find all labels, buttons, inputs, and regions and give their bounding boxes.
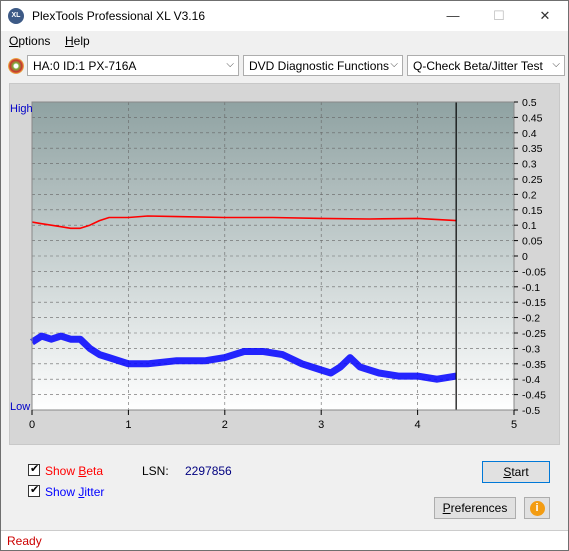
x-tick-label: 3 <box>318 419 324 431</box>
show-jitter-label[interactable]: Show Jitter <box>45 485 104 499</box>
y-tick-label: 0.2 <box>522 189 537 201</box>
chevron-down-icon: ⌵ <box>552 59 560 70</box>
chevron-down-icon: ⌵ <box>226 59 234 70</box>
y-tick-label: 0.5 <box>522 97 537 109</box>
status-bar: Ready <box>1 530 568 550</box>
x-tick-label: 4 <box>415 419 421 431</box>
show-beta-checkbox[interactable]: ✔ <box>28 463 40 476</box>
x-tick-label: 2 <box>222 419 228 431</box>
y-tick-label: 0.35 <box>522 143 543 155</box>
check-icon: ✔ <box>30 463 40 475</box>
show-jitter-checkbox[interactable]: ✔ <box>28 484 40 497</box>
close-button[interactable]: ✕ <box>522 1 568 31</box>
drive-select-value: HA:0 ID:1 PX-716A <box>33 59 137 73</box>
preferences-button[interactable]: Preferences <box>434 497 516 519</box>
test-select-value: Q-Check Beta/Jitter Test <box>413 59 543 73</box>
function-select-value: DVD Diagnostic Functions <box>249 59 390 73</box>
y-tick-label: 0.05 <box>522 236 543 248</box>
test-select[interactable]: Q-Check Beta/Jitter Test ⌵ <box>407 55 565 76</box>
low-label: Low <box>10 401 30 413</box>
function-select[interactable]: DVD Diagnostic Functions ⌵ <box>243 55 403 76</box>
menu-options[interactable]: Options <box>9 34 50 48</box>
y-tick-label: -0.2 <box>522 313 540 325</box>
beta-jitter-chart: 0.5 0.45 0.4 0.35 0.3 0.25 0.2 0.15 0.1 0.05 0 -0.0… <box>10 97 546 431</box>
high-label: High <box>10 103 33 115</box>
title-bar: XL PlexTools Professional XL V3.16 — ☐ ✕ <box>1 1 568 31</box>
y-tick-label: -0.15 <box>522 297 546 309</box>
y-tick-label: -0.35 <box>522 359 546 371</box>
y-tick-label: -0.5 <box>522 405 540 417</box>
y-tick-label: 0.1 <box>522 220 537 232</box>
y-tick-label: 0.25 <box>522 174 543 186</box>
check-icon: ✔ <box>30 484 40 496</box>
show-beta-label[interactable]: Show Beta <box>45 464 103 478</box>
controls-panel: ✔ Show Beta ✔ Show Jitter LSN: 2297856 S… <box>9 453 560 527</box>
y-tick-label: -0.25 <box>522 328 546 340</box>
y-tick-label: 0.45 <box>522 112 543 124</box>
status-text: Ready <box>7 534 42 548</box>
menu-help[interactable]: Help <box>65 34 90 48</box>
x-tick-label: 0 <box>29 419 35 431</box>
chart-panel: 0.5 0.45 0.4 0.35 0.3 0.25 0.2 0.15 0.1 0.05 0 -0.0… <box>9 83 560 445</box>
window-title: PlexTools Professional XL V3.16 <box>32 9 205 23</box>
maximize-button[interactable]: ☐ <box>476 1 522 31</box>
x-tick-label: 1 <box>125 419 131 431</box>
app-logo-icon: XL <box>8 8 24 24</box>
minimize-button[interactable]: — <box>430 1 476 31</box>
toolbar: HA:0 ID:1 PX-716A ⌵ DVD Diagnostic Funct… <box>1 53 568 79</box>
drive-select[interactable]: HA:0 ID:1 PX-716A ⌵ <box>27 55 239 76</box>
lsn-value: 2297856 <box>185 464 232 478</box>
y-tick-label: -0.3 <box>522 343 540 355</box>
x-tick-label: 5 <box>511 419 517 431</box>
info-button[interactable]: i <box>524 497 550 519</box>
y-tick-label: -0.1 <box>522 282 540 294</box>
y-tick-label: 0.3 <box>522 159 537 171</box>
y-tick-label: -0.4 <box>522 374 540 386</box>
start-button[interactable]: Start <box>482 461 550 483</box>
y-tick-label: -0.45 <box>522 390 546 402</box>
y-tick-label: -0.05 <box>522 266 546 278</box>
lsn-label: LSN: <box>142 464 169 478</box>
chevron-down-icon: ⌵ <box>390 59 398 70</box>
y-tick-label: 0.4 <box>522 128 537 140</box>
app-window: XL PlexTools Professional XL V3.16 — ☐ ✕… <box>0 0 569 551</box>
y-tick-label: 0 <box>522 251 528 263</box>
y-axis-ticks: 0.5 0.45 0.4 0.35 0.3 0.25 0.2 0.15 0.1 0.05 0 -0.0… <box>514 97 546 417</box>
info-icon: i <box>529 501 545 516</box>
x-axis-ticks: 0 1 2 3 4 5 <box>29 410 517 431</box>
disc-drive-icon <box>8 58 24 74</box>
grid-lines <box>31 101 515 411</box>
menu-bar: Options Help <box>1 31 568 51</box>
y-tick-label: 0.15 <box>522 205 543 217</box>
